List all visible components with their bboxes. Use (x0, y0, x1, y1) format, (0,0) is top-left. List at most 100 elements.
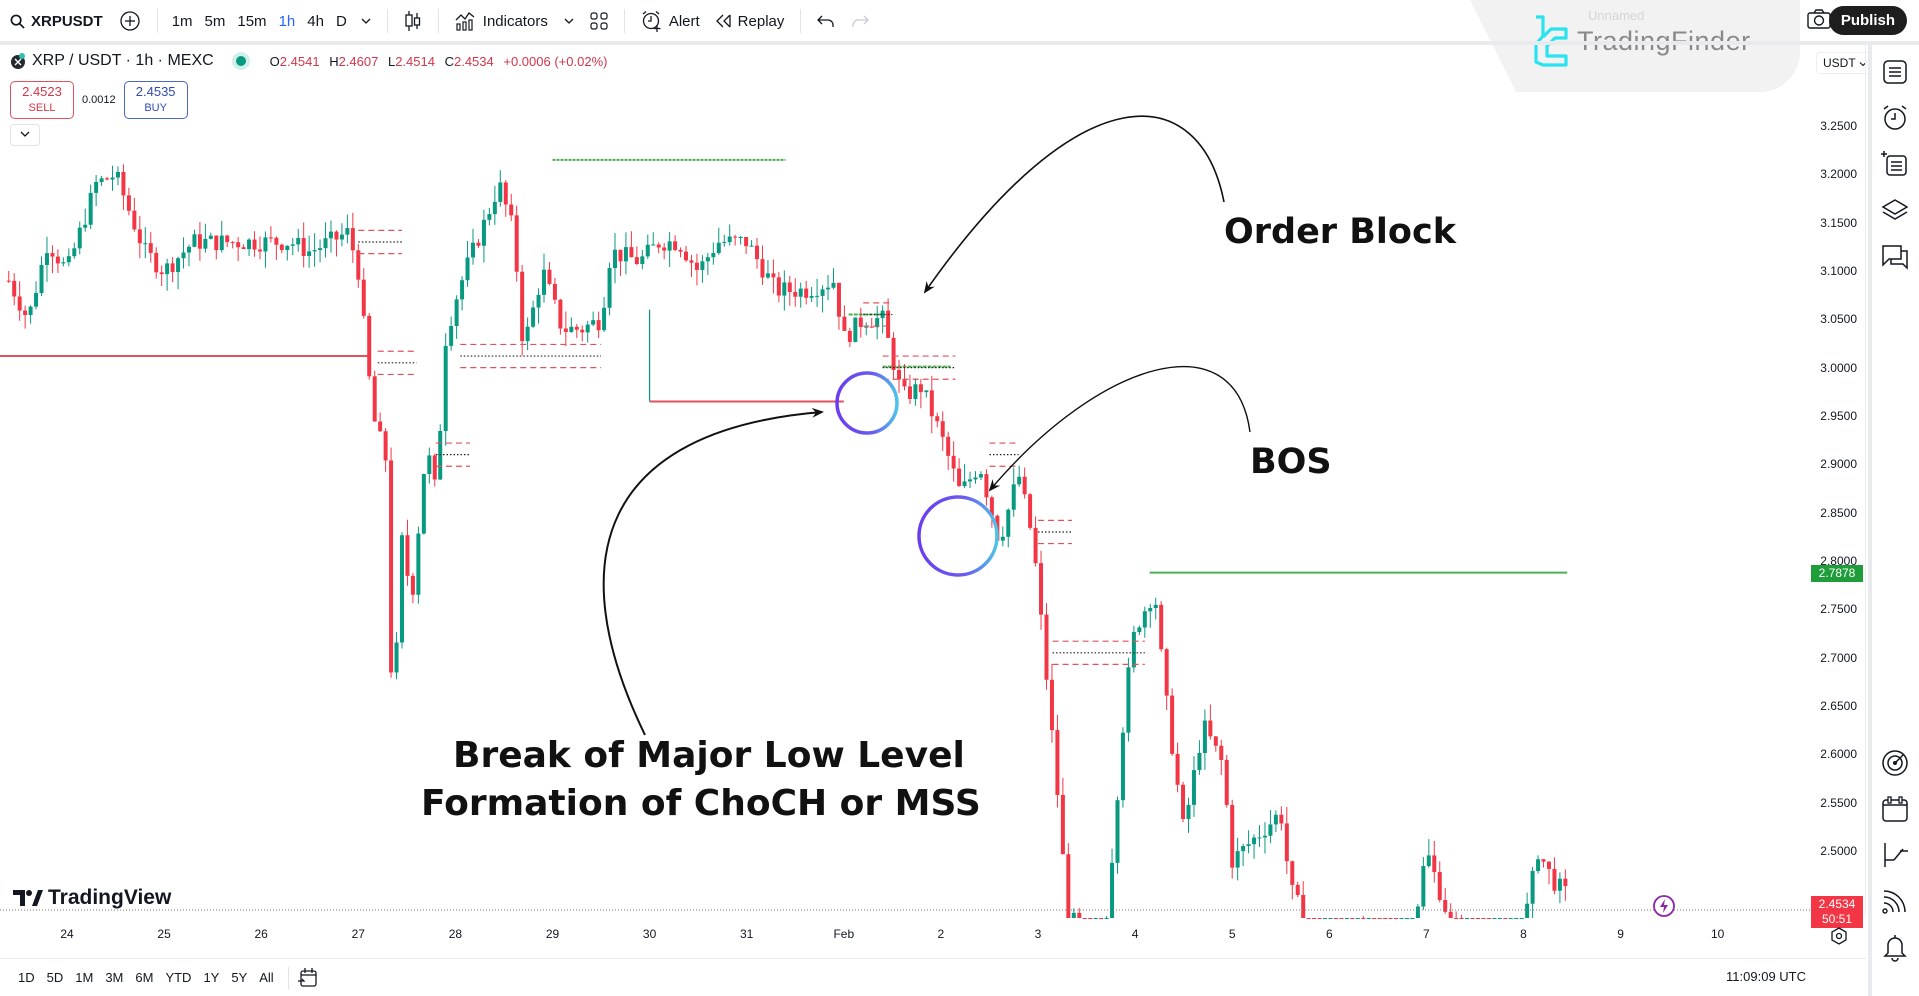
candle-body (301, 238, 306, 256)
order-block-arrow (923, 115, 1225, 294)
indicators-button[interactable]: Indicators (447, 4, 556, 38)
candle-body (1541, 859, 1546, 862)
candle-body (405, 535, 410, 576)
candle-down (858, 307, 863, 338)
timeframe-1h[interactable]: 1h (273, 4, 302, 38)
timeframe-4h[interactable]: 4h (301, 4, 330, 38)
compare-symbol-button[interactable] (111, 4, 149, 38)
candle-down (126, 187, 131, 216)
redo-button[interactable] (843, 4, 877, 38)
candle-up (716, 227, 721, 255)
candle-down (1181, 781, 1186, 823)
calendar-icon[interactable] (1880, 794, 1910, 824)
time-axis[interactable]: 24 25 26 27 28 29 30 31 Feb 2 3 4 5 6 7 8 9 10 (0, 917, 1866, 957)
publish-button[interactable]: Publish (1828, 6, 1907, 35)
candle-up (815, 278, 820, 307)
candle-up (1142, 606, 1147, 638)
collapse-legend-button[interactable] (10, 124, 40, 146)
alarm-clock-icon[interactable] (1880, 103, 1910, 133)
candle-body (367, 315, 372, 377)
symbol-search[interactable]: XRPUSDT (0, 4, 111, 38)
candle-body (225, 235, 230, 243)
timeframe-15m[interactable]: 15m (231, 4, 272, 38)
timeframe-5m[interactable]: 5m (199, 4, 232, 38)
candle-down (1055, 714, 1060, 808)
range-5y[interactable]: 5Y (225, 970, 253, 985)
candle-down (148, 232, 153, 263)
layouts-button[interactable] (582, 4, 616, 38)
candle-body (793, 291, 798, 297)
chevron-down-icon (361, 18, 371, 24)
notifications-bell-icon[interactable] (1880, 932, 1910, 962)
candle-up (1415, 903, 1420, 918)
symbol-title[interactable]: XRP / USDT · 1h · MEXC (32, 52, 214, 70)
undo-button[interactable] (809, 4, 843, 38)
sell-button[interactable]: 2.4523 SELL (10, 81, 74, 119)
timeframe-d[interactable]: D (330, 4, 353, 38)
candle-body (897, 369, 902, 380)
candle-body (509, 204, 514, 216)
candle-up (1530, 866, 1535, 918)
goto-date-icon[interactable] (297, 967, 319, 989)
range-3m[interactable]: 3M (99, 970, 129, 985)
range-ytd[interactable]: YTD (159, 970, 197, 985)
price-axis[interactable]: 3.2500 3.2000 3.1500 3.1000 3.0500 3.0000 2.95… (1811, 45, 1866, 928)
candle-down (274, 236, 279, 261)
range-all[interactable]: All (253, 970, 279, 985)
watchlist-icon[interactable] (1880, 57, 1910, 87)
candle-up (72, 242, 77, 259)
time-tick: 7 (1423, 927, 1430, 941)
candle-body (17, 296, 22, 311)
candle-body (1262, 835, 1267, 838)
target-icon[interactable] (1880, 748, 1910, 778)
candle-body (929, 390, 934, 417)
signal-stream-icon[interactable] (1880, 886, 1910, 916)
candle-body (984, 474, 989, 498)
candle-up (88, 184, 93, 229)
timeframe-1m[interactable]: 1m (166, 4, 199, 38)
utc-clock[interactable]: 11:09:09 UTC (1726, 969, 1806, 984)
candle-body (1159, 604, 1164, 650)
chat-icon[interactable] (1880, 241, 1910, 271)
timeframe-label: 5m (204, 12, 226, 30)
screenshot-button[interactable] (1807, 9, 1831, 34)
candle-down (760, 245, 765, 285)
candle-down (842, 305, 847, 332)
chart-type-button[interactable] (396, 4, 430, 38)
trading-panel-icon[interactable] (1880, 840, 1910, 870)
candle-body (962, 481, 967, 487)
candle-body (907, 386, 912, 399)
candle-body (946, 436, 951, 456)
range-6m[interactable]: 6M (129, 970, 159, 985)
candle-body (6, 280, 11, 282)
candle-up (722, 234, 727, 247)
chart-settings-icon[interactable] (1830, 927, 1848, 945)
candle-body (662, 247, 667, 251)
layers-icon[interactable] (1880, 195, 1910, 225)
candle-body (192, 234, 197, 247)
candle-body (831, 282, 836, 288)
timeframe-dropdown[interactable] (353, 4, 379, 38)
candle-down (935, 412, 940, 428)
alert-button[interactable]: Alert (633, 4, 708, 38)
divider (156, 9, 158, 33)
range-1y[interactable]: 1Y (197, 970, 225, 985)
add-object-tree-icon[interactable] (1880, 149, 1910, 179)
tradingview-logo[interactable]: TradingView (12, 886, 171, 910)
buy-button[interactable]: 2.4535 BUY (123, 81, 188, 119)
range-1d[interactable]: 1D (12, 970, 41, 985)
candle-down (847, 327, 852, 348)
range-1m[interactable]: 1M (69, 970, 99, 985)
candle-down (372, 370, 377, 422)
candle-up (181, 237, 186, 269)
range-5d[interactable]: 5D (41, 970, 70, 985)
price-tick: 2.8500 (1820, 505, 1857, 520)
candle-body (334, 231, 339, 240)
candle-down (836, 282, 841, 330)
lightning-event-icon[interactable] (1652, 894, 1676, 918)
candle-body (290, 244, 295, 246)
replay-button[interactable]: Replay (708, 4, 793, 38)
time-tick: 26 (254, 927, 268, 941)
candle-body (1022, 476, 1027, 495)
indicators-dropdown[interactable] (556, 4, 582, 38)
